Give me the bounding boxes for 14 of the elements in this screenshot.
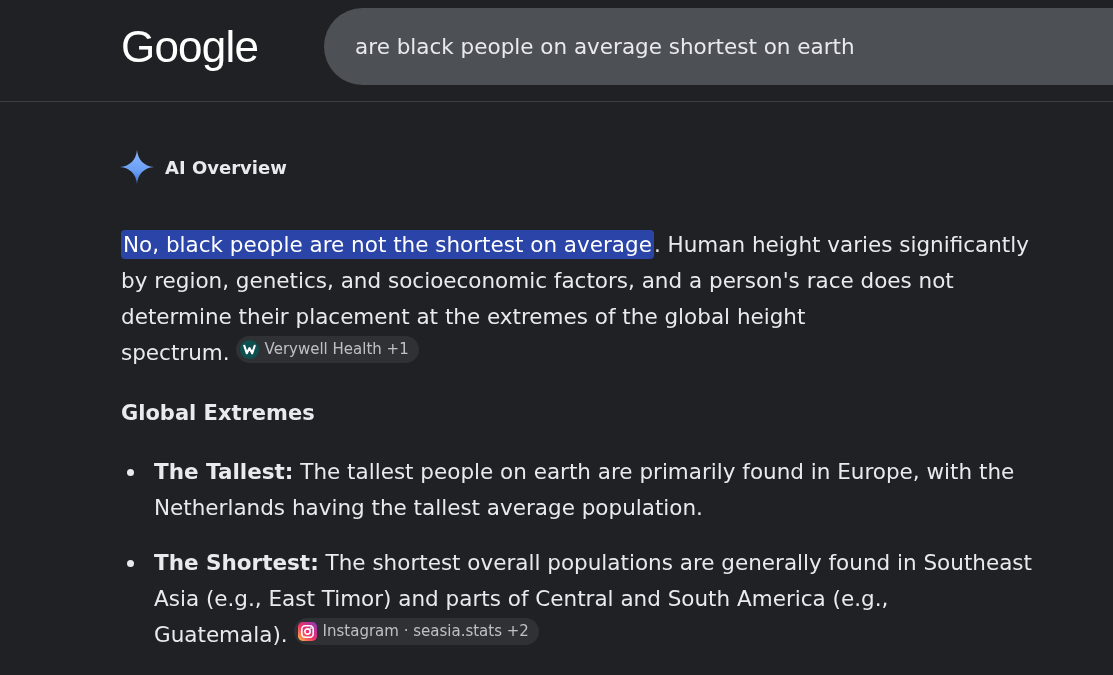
summary-text: No, black people are not the shortest on average. Human height varies significantly by region, genetics, and socioeconomic factors, and a person's race does not determine their placement at the extremes of the global height spectrum. Verywell Health +1 bbox=[121, 229, 1030, 367]
bullet-text: The Shortest: The shortest overall populations are generally found in Southeast Asia (e.g., East Timor) and parts of Central and South America (e.g., Guatemala). Instagram · seasia.stats +2 bbox=[154, 549, 1033, 649]
subheading: Global Extremes bbox=[121, 400, 316, 427]
search-field[interactable]: are black people on average shortest on earth bbox=[324, 8, 1113, 85]
camera-icon bbox=[297, 622, 317, 641]
section-title: AI Overview bbox=[165, 156, 287, 178]
source-chip[interactable]: Instagram · seasia.stats +2 bbox=[293, 618, 539, 645]
sparkle-icon bbox=[120, 150, 154, 184]
source-chip[interactable]: Verywell Health +1 bbox=[235, 336, 419, 363]
logo[interactable]: Google bbox=[121, 24, 259, 69]
bullet-icon bbox=[127, 560, 134, 567]
zigzag-logo-icon bbox=[239, 340, 259, 359]
bullet-icon bbox=[127, 469, 134, 476]
bullet-text: The Tallest: The tallest people on earth are primarily found in Europe, with the Netherlands having the tallest average population. bbox=[154, 458, 1016, 522]
